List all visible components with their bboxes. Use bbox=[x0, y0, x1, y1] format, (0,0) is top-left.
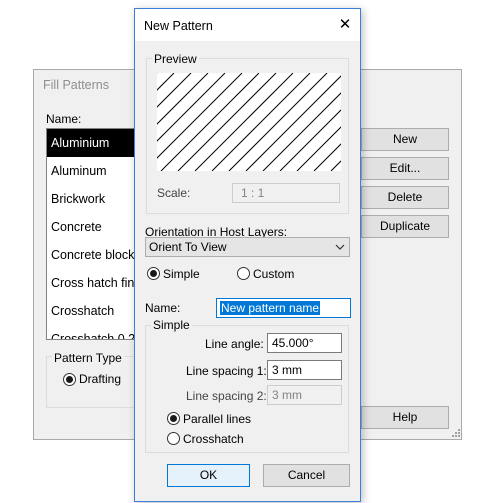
cancel-button[interactable]: Cancel bbox=[263, 464, 350, 487]
new-button[interactable]: New bbox=[361, 128, 449, 151]
simple-group-label: Simple bbox=[151, 318, 192, 332]
hatch-line bbox=[157, 73, 243, 159]
hatch-line bbox=[313, 143, 341, 171]
list-item[interactable]: Brickwork bbox=[47, 185, 139, 213]
list-item[interactable]: Aluminium bbox=[47, 129, 139, 157]
hatch-line bbox=[330, 160, 341, 171]
pattern-list[interactable]: Aluminium Aluminum Brickwork Concrete Concre… bbox=[46, 128, 140, 340]
custom-radio[interactable] bbox=[237, 267, 250, 280]
ok-button[interactable]: OK bbox=[167, 464, 250, 487]
simple-radio[interactable] bbox=[147, 267, 160, 280]
crosshatch-radio[interactable] bbox=[167, 432, 180, 445]
hatch-line bbox=[296, 126, 341, 171]
pattern-preview bbox=[157, 73, 341, 171]
preview-label: Preview bbox=[152, 52, 199, 66]
line-spacing-1-input[interactable]: 3 mm bbox=[267, 360, 342, 380]
name-input[interactable]: New pattern name bbox=[216, 298, 351, 318]
parallel-lines-label: Parallel lines bbox=[183, 412, 252, 426]
name-label: Name: bbox=[145, 301, 181, 315]
drafting-radio[interactable] bbox=[63, 373, 76, 386]
hatch-line bbox=[157, 73, 226, 142]
help-button[interactable]: Help bbox=[361, 406, 449, 429]
simple-radio-label: Simple bbox=[163, 267, 200, 281]
delete-button[interactable]: Delete bbox=[361, 186, 449, 209]
scale-label: Scale: bbox=[157, 186, 191, 200]
custom-radio-label: Custom bbox=[253, 267, 295, 281]
line-spacing-1-label: Line spacing 1: bbox=[186, 364, 267, 378]
list-item[interactable]: Aluminum bbox=[47, 157, 139, 185]
hatch-line bbox=[157, 73, 192, 108]
resize-grip-icon[interactable] bbox=[451, 427, 461, 437]
crosshatch-label: Crosshatch bbox=[183, 432, 244, 446]
fill-patterns-title: Fill Patterns bbox=[43, 78, 109, 92]
list-item[interactable]: Concrete bbox=[47, 213, 139, 241]
new-pattern-title: New Pattern bbox=[144, 19, 213, 33]
list-item[interactable]: Crosshatch 0.2mm bbox=[47, 325, 139, 339]
duplicate-button[interactable]: Duplicate bbox=[361, 215, 449, 238]
line-angle-label: Line angle: bbox=[205, 337, 264, 351]
pattern-type-legend: Pattern Type bbox=[52, 351, 124, 365]
line-spacing-2-input: 3 mm bbox=[267, 385, 342, 405]
line-angle-input[interactable]: 45.000° bbox=[267, 333, 342, 353]
new-pattern-dialog: New Pattern ✕ Preview Scale: 1 : 1 Orien… bbox=[134, 8, 361, 502]
list-item[interactable]: Concrete block bbox=[47, 241, 139, 269]
hatch-line bbox=[245, 75, 341, 171]
name-label: Name: bbox=[46, 112, 82, 126]
edit-button[interactable]: Edit... bbox=[361, 157, 449, 180]
drafting-label: Drafting bbox=[79, 372, 122, 386]
line-spacing-2-label: Line spacing 2: bbox=[186, 389, 267, 403]
list-item[interactable]: Cross hatch fine bbox=[47, 269, 139, 297]
orientation-select[interactable]: Orient To View bbox=[145, 237, 350, 257]
chevron-down-icon bbox=[335, 240, 345, 257]
scale-field: 1 : 1 bbox=[232, 183, 340, 203]
parallel-lines-radio[interactable] bbox=[167, 412, 180, 425]
hatch-line bbox=[279, 109, 341, 171]
hatch-line bbox=[157, 73, 209, 125]
list-item[interactable]: Crosshatch bbox=[47, 297, 139, 325]
orientation-value: Orient To View bbox=[149, 240, 227, 254]
name-input-text: New pattern name bbox=[220, 301, 321, 315]
close-icon[interactable]: ✕ bbox=[335, 15, 355, 35]
